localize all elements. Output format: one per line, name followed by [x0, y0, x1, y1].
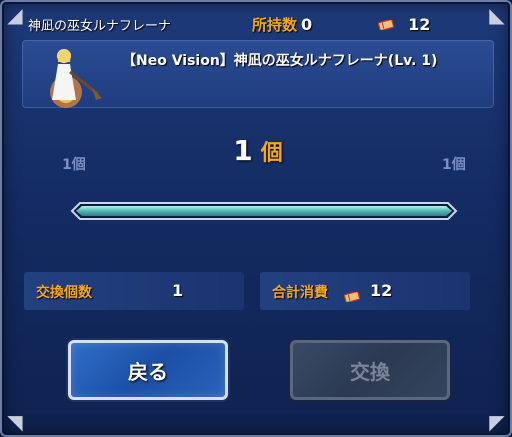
exchange-count-box: 交換個数 1: [24, 272, 244, 310]
quantity-value: 1: [233, 134, 253, 167]
quantity-min-label: 1個: [62, 157, 86, 173]
slider-fill: [76, 206, 452, 216]
ticket-count: 12: [408, 14, 431, 34]
owned-value: 0: [301, 14, 313, 34]
ticket-icon: [378, 15, 395, 34]
total-cost-value: 12: [370, 281, 393, 300]
item-name: 【Neo Vision】神凪の巫女ルナフレーナ(Lv. 1): [122, 53, 438, 69]
character-portrait: [50, 49, 102, 108]
quantity-display: 1個: [202, 134, 314, 167]
quantity-slider[interactable]: [66, 200, 462, 222]
owned-label: 所持数: [252, 15, 298, 34]
total-cost-box: 合計消費 12: [260, 272, 470, 310]
dialog-frame: ◢ ◣ ◥ ◤ 神凪の巫女ルナフレーナ 所持数 0 12 【Neo Vision…: [0, 0, 512, 437]
quantity-unit: 個: [260, 141, 283, 166]
dialog-title: 神凪の巫女ルナフレーナ: [28, 18, 172, 34]
exchange-button[interactable]: 交換: [290, 340, 450, 400]
quantity-max-label: 1個: [442, 157, 466, 173]
back-button[interactable]: 戻る: [68, 340, 228, 400]
exchange-count-value: 1: [172, 281, 184, 300]
corner-ornament-icon: ◤: [489, 410, 505, 434]
total-cost-label: 合計消費: [272, 285, 328, 301]
item-panel: 【Neo Vision】神凪の巫女ルナフレーナ(Lv. 1): [22, 40, 494, 108]
exchange-count-label: 交換個数: [36, 285, 92, 301]
corner-ornament-icon: ◥: [7, 410, 23, 434]
dialog-header: 神凪の巫女ルナフレーナ 所持数 0 12: [18, 10, 498, 38]
ticket-icon: [344, 286, 360, 305]
